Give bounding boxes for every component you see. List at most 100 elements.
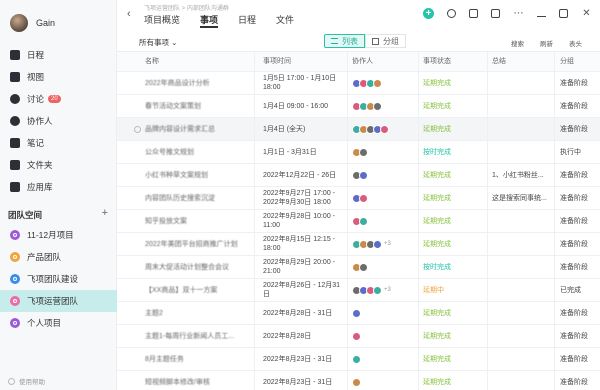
status-cell[interactable]: 延期完成	[419, 371, 488, 390]
task-name-cell[interactable]: 知乎投放文案	[117, 210, 255, 232]
sidebar-item-apps[interactable]: 应用库	[0, 176, 117, 198]
sidebar-item-note[interactable]: 笔记	[0, 132, 117, 154]
task-name-cell[interactable]: 2022年商品设计分析	[117, 72, 255, 94]
task-name-cell[interactable]: 春节活动文案策划	[117, 95, 255, 117]
status-cell[interactable]: 延期中	[419, 279, 488, 301]
collaborators-cell[interactable]	[348, 256, 419, 278]
summary-cell[interactable]: 1、小红书粉丝...	[488, 164, 555, 186]
summary-cell[interactable]	[488, 72, 555, 94]
task-name-cell[interactable]: 公众号推文规划	[117, 141, 255, 163]
sidebar-item-person[interactable]: 协作人	[0, 110, 117, 132]
summary-cell[interactable]	[488, 118, 555, 140]
summary-cell[interactable]	[488, 210, 555, 232]
column-header[interactable]: 分组	[555, 52, 600, 71]
collaborators-cell[interactable]	[348, 302, 419, 324]
add-icon[interactable]: +	[423, 8, 434, 19]
collaborators-cell[interactable]: +3	[348, 233, 419, 255]
task-name-cell[interactable]: 短视频脚本修改/审核	[117, 371, 255, 390]
table-row[interactable]: 知乎投放文案 2022年9月28日 10:00 - 11:00 延期完成 准备阶段	[117, 210, 600, 233]
group-cell[interactable]: 准备阶段	[555, 164, 600, 186]
collaborators-cell[interactable]	[348, 187, 419, 209]
status-cell[interactable]: 延期完成	[419, 233, 488, 255]
tab-item[interactable]: 文件	[276, 13, 294, 27]
task-name-cell[interactable]: 品牌内容设计需求汇总	[117, 118, 255, 140]
status-cell[interactable]: 延期完成	[419, 164, 488, 186]
project-item[interactable]: 个人项目	[0, 312, 117, 334]
project-item[interactable]: 飞项团队建设	[0, 268, 117, 290]
task-name-cell[interactable]: 【XX商品】双十一方案	[117, 279, 255, 301]
table-row[interactable]: 品牌内容设计需求汇总 1月4日 (全天) 延期完成 准备阶段	[117, 118, 600, 141]
table-row[interactable]: 主题2 2022年8月28日 - 31日 延期完成 准备阶段	[117, 302, 600, 325]
status-cell[interactable]: 延期完成	[419, 187, 488, 209]
task-name-cell[interactable]: 小红书种草文案规划	[117, 164, 255, 186]
summary-cell[interactable]	[488, 371, 555, 390]
refresh-button[interactable]: 刷新	[540, 38, 553, 48]
collaborators-cell[interactable]	[348, 95, 419, 117]
table-row[interactable]: 主题1-每周行业新闻人员工... 2022年8月28日 延期完成 准备阶段	[117, 325, 600, 348]
header-settings-button[interactable]: 表头	[569, 38, 582, 48]
table-row[interactable]: 2022年美团平台招商推广计划 2022年8月15日 12:15 - 18:00 +…	[117, 233, 600, 256]
table-row[interactable]: 【XX商品】双十一方案 2022年8月26日 - 12月31日 +3 延期中 已完成	[117, 279, 600, 302]
group-cell[interactable]: 准备阶段	[555, 118, 600, 140]
tab-item[interactable]: 日程	[238, 13, 256, 27]
column-header[interactable]: 事项时间	[255, 52, 348, 71]
help-link[interactable]: 使用帮助	[8, 376, 45, 386]
task-name-cell[interactable]: 内容团队历史搜索沉淀	[117, 187, 255, 209]
status-cell[interactable]: 延期完成	[419, 348, 488, 370]
member-icon[interactable]	[491, 9, 500, 18]
group-cell[interactable]: 准备阶段	[555, 302, 600, 324]
group-cell[interactable]: 准备阶段	[555, 256, 600, 278]
message-icon[interactable]	[469, 9, 478, 18]
group-cell[interactable]: 准备阶段	[555, 95, 600, 117]
status-cell[interactable]: 延期完成	[419, 302, 488, 324]
status-cell[interactable]: 延期完成	[419, 95, 488, 117]
table-row[interactable]: 2022年商品设计分析 1月5日 17:00 - 1月10日 18:00 延期完成 准…	[117, 72, 600, 95]
collaborators-cell[interactable]	[348, 325, 419, 347]
more-icon[interactable]: ⋯	[513, 8, 524, 19]
filter-dropdown[interactable]: 所有事项 ⌄	[139, 37, 177, 48]
group-view-button[interactable]: 分组	[365, 34, 406, 48]
group-cell[interactable]: 准备阶段	[555, 187, 600, 209]
table-row[interactable]: 短视频脚本修改/审核 2022年8月23日 - 31日 延期完成 准备阶段	[117, 371, 600, 390]
task-name-cell[interactable]: 周末大促活动计划整合会议	[117, 256, 255, 278]
group-cell[interactable]: 准备阶段	[555, 72, 600, 94]
avatar[interactable]	[10, 14, 28, 32]
collaborators-cell[interactable]	[348, 164, 419, 186]
table-row[interactable]: 公众号推文规划 1月1日 - 3月31日 按时完成 执行中	[117, 141, 600, 164]
project-item[interactable]: 飞项运营团队	[0, 290, 117, 312]
status-cell[interactable]: 按时完成	[419, 141, 488, 163]
collaborators-cell[interactable]	[348, 72, 419, 94]
task-name-cell[interactable]: 主题1-每周行业新闻人员工...	[117, 325, 255, 347]
tab-item[interactable]: 事项	[200, 13, 219, 28]
back-icon[interactable]: ‹	[127, 8, 131, 20]
search-button[interactable]: 搜索	[511, 38, 524, 48]
summary-cell[interactable]	[488, 348, 555, 370]
status-cell[interactable]: 延期完成	[419, 72, 488, 94]
list-view-button[interactable]: 列表	[324, 34, 365, 48]
group-cell[interactable]: 执行中	[555, 141, 600, 163]
status-cell[interactable]: 延期完成	[419, 118, 488, 140]
collaborators-cell[interactable]	[348, 210, 419, 232]
project-item[interactable]: 产品团队	[0, 246, 117, 268]
collaborators-cell[interactable]	[348, 348, 419, 370]
sidebar-item-view[interactable]: 视图	[0, 66, 117, 88]
summary-cell[interactable]	[488, 302, 555, 324]
column-header[interactable]: 事项状态	[419, 52, 488, 71]
add-project-button[interactable]: +	[102, 208, 108, 221]
minimize-icon[interactable]	[537, 11, 546, 17]
group-cell[interactable]: 准备阶段	[555, 371, 600, 390]
status-cell[interactable]: 延期完成	[419, 325, 488, 347]
summary-cell[interactable]	[488, 141, 555, 163]
table-row[interactable]: 春节活动文案策划 1月4日 09:00 - 16:00 延期完成 准备阶段	[117, 95, 600, 118]
group-cell[interactable]: 准备阶段	[555, 325, 600, 347]
status-cell[interactable]: 按时完成	[419, 256, 488, 278]
sidebar-item-calendar[interactable]: 日程	[0, 44, 117, 66]
tab-item[interactable]: 项目概览	[144, 13, 180, 27]
close-icon[interactable]: ✕	[581, 8, 592, 19]
collaborators-cell[interactable]	[348, 118, 419, 140]
status-cell[interactable]: 延期完成	[419, 210, 488, 232]
project-item[interactable]: 11-12月项目	[0, 224, 117, 246]
group-cell[interactable]: 准备阶段	[555, 210, 600, 232]
summary-cell[interactable]	[488, 95, 555, 117]
collaborators-cell[interactable]: +3	[348, 279, 419, 301]
